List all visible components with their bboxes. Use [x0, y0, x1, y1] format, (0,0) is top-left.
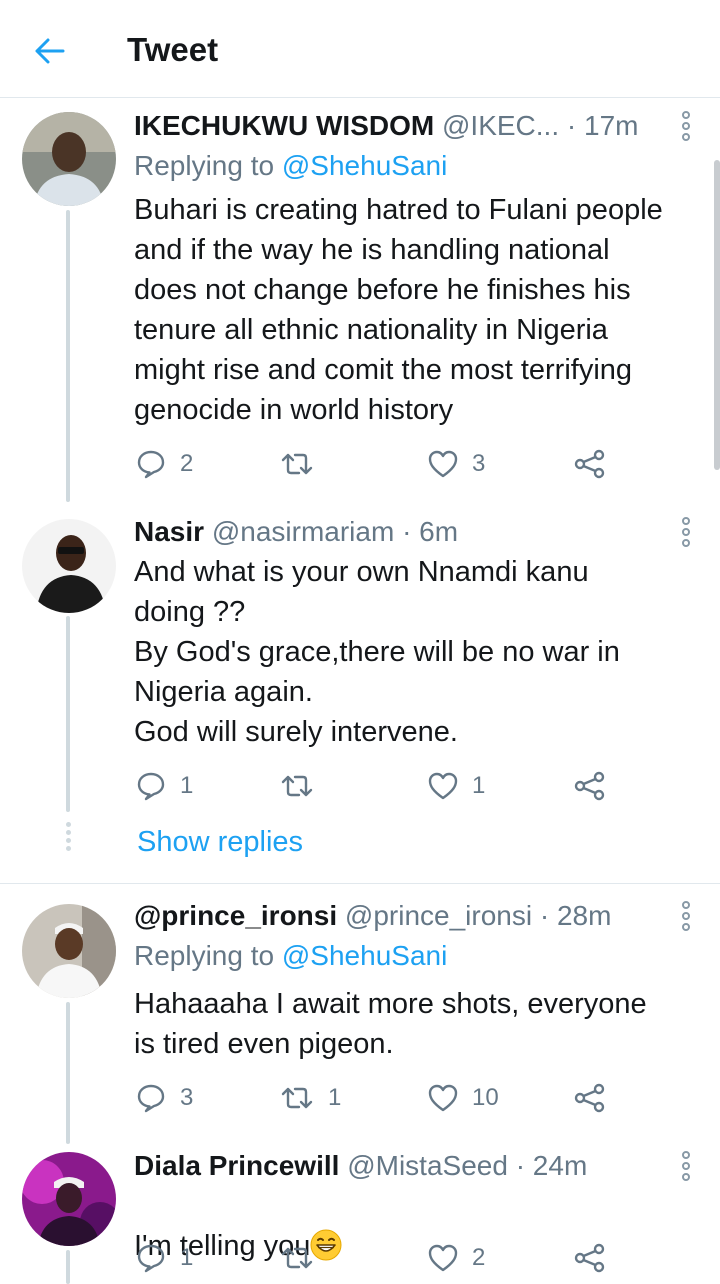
more-options-icon[interactable] — [674, 898, 698, 934]
retweet-icon — [281, 1087, 313, 1109]
reply-count: 3 — [180, 1084, 194, 1111]
tweet-header: Nasir @nasirmariam · 6m — [134, 512, 664, 552]
share-button[interactable] — [574, 766, 606, 806]
like-button[interactable]: 10 — [428, 1078, 499, 1118]
reply-button[interactable]: 1 — [136, 766, 193, 806]
user-handle[interactable]: @IKEC... — [442, 106, 559, 146]
display-name[interactable]: IKECHUKWU WISDOM — [134, 106, 434, 146]
avatar[interactable] — [22, 904, 116, 998]
tweet-header: IKECHUKWU WISDOM @IKEC... · 17m — [134, 106, 664, 146]
heart-icon — [428, 1244, 458, 1272]
share-icon — [574, 771, 605, 801]
speech-bubble-icon — [137, 772, 165, 801]
display-name[interactable]: @prince_ironsi — [134, 896, 337, 936]
timestamp: · 17m — [566, 110, 639, 141]
like-button[interactable]: 1 — [428, 766, 485, 806]
timestamp: · 24m — [515, 1150, 588, 1181]
retweet-count: 1 — [328, 1084, 342, 1111]
retweet-icon — [281, 775, 313, 797]
like-count: 2 — [472, 1244, 486, 1271]
speech-bubble-icon — [137, 450, 165, 479]
tweet-actions: 1 1 — [134, 766, 614, 806]
share-icon — [574, 1083, 605, 1113]
avatar[interactable] — [22, 519, 116, 613]
tweet-text: Buhari is creating hatred to Fulani peop… — [134, 194, 663, 426]
avatar[interactable] — [22, 112, 116, 206]
retweet-button[interactable] — [280, 766, 328, 806]
tweet-text: And what is your own Nnamdi kanu doing ?… — [134, 556, 620, 748]
share-button[interactable] — [574, 1238, 606, 1278]
show-replies-link[interactable]: Show replies — [137, 822, 303, 862]
replying-to-label: Replying to — [134, 150, 275, 181]
speech-bubble-icon — [137, 1244, 165, 1273]
reply-button[interactable]: 2 — [136, 444, 193, 484]
thread-line — [66, 616, 70, 812]
timestamp: · 28m — [539, 900, 612, 931]
share-icon — [574, 449, 605, 479]
heart-icon — [428, 1084, 458, 1112]
share-icon — [574, 1243, 605, 1273]
user-handle[interactable]: @MistaSeed — [347, 1146, 508, 1186]
top-bar: Tweet — [0, 0, 720, 98]
replying-to-label: Replying to — [134, 940, 275, 971]
page-title: Tweet — [127, 31, 219, 68]
back-arrow-icon[interactable] — [30, 31, 70, 71]
tweet-item[interactable]: Nasir @nasirmariam · 6m And what is your… — [0, 512, 720, 872]
tweet-header: Diala Princewill @MistaSeed · 24m — [134, 1146, 664, 1186]
tweet-actions: 2 3 — [134, 444, 614, 484]
like-button[interactable]: 3 — [428, 444, 485, 484]
tweet-actions: 1 2 — [134, 1238, 614, 1278]
thread-line — [66, 210, 70, 502]
reply-count: 1 — [180, 772, 194, 799]
heart-icon — [428, 450, 458, 478]
user-handle[interactable]: @nasirmariam — [212, 512, 394, 552]
tweet-text: Hahaaaha I await more shots, everyone is… — [134, 988, 647, 1060]
tweet-actions: 3 1 10 — [134, 1078, 614, 1118]
like-count: 3 — [472, 450, 486, 477]
mention-link[interactable]: @ShehuSani — [282, 940, 447, 971]
retweet-button[interactable]: 1 — [280, 1078, 341, 1118]
replying-to: Replying to @ShehuSani — [134, 146, 447, 186]
more-options-icon[interactable] — [674, 1148, 698, 1184]
display-name[interactable]: Diala Princewill — [134, 1146, 339, 1186]
replying-to: Replying to @ShehuSani — [134, 936, 447, 976]
like-count: 1 — [472, 772, 486, 799]
speech-bubble-icon — [137, 1084, 165, 1113]
divider — [0, 883, 720, 884]
thread-line — [66, 1002, 70, 1144]
reply-count: 2 — [180, 450, 194, 477]
more-options-icon[interactable] — [674, 514, 698, 550]
mention-link[interactable]: @ShehuSani — [282, 150, 447, 181]
retweet-button[interactable] — [280, 444, 328, 484]
like-button[interactable]: 2 — [428, 1238, 485, 1278]
like-count: 10 — [472, 1084, 499, 1111]
retweet-button[interactable] — [280, 1238, 328, 1278]
thread-dots — [64, 822, 72, 854]
timestamp: · 6m — [402, 516, 459, 547]
reply-button[interactable]: 1 — [136, 1238, 193, 1278]
heart-icon — [428, 772, 458, 800]
user-handle[interactable]: @prince_ironsi — [345, 896, 532, 936]
thread-line — [66, 1250, 70, 1284]
reply-button[interactable]: 3 — [136, 1078, 193, 1118]
avatar[interactable] — [22, 1152, 116, 1246]
reply-count: 1 — [180, 1244, 194, 1271]
tweet-item[interactable]: IKECHUKWU WISDOM @IKEC... · 17m Replying… — [0, 106, 720, 502]
share-button[interactable] — [574, 1078, 606, 1118]
share-button[interactable] — [574, 444, 606, 484]
tweet-header: @prince_ironsi @prince_ironsi · 28m — [134, 896, 664, 936]
tweet-item[interactable]: @prince_ironsi @prince_ironsi · 28m Repl… — [0, 896, 720, 1144]
retweet-icon — [281, 453, 313, 475]
retweet-icon — [281, 1247, 313, 1269]
more-options-icon[interactable] — [674, 108, 698, 144]
tweet-item[interactable]: Diala Princewill @MistaSeed · 24m I'm te… — [0, 1146, 720, 1284]
display-name[interactable]: Nasir — [134, 512, 204, 552]
